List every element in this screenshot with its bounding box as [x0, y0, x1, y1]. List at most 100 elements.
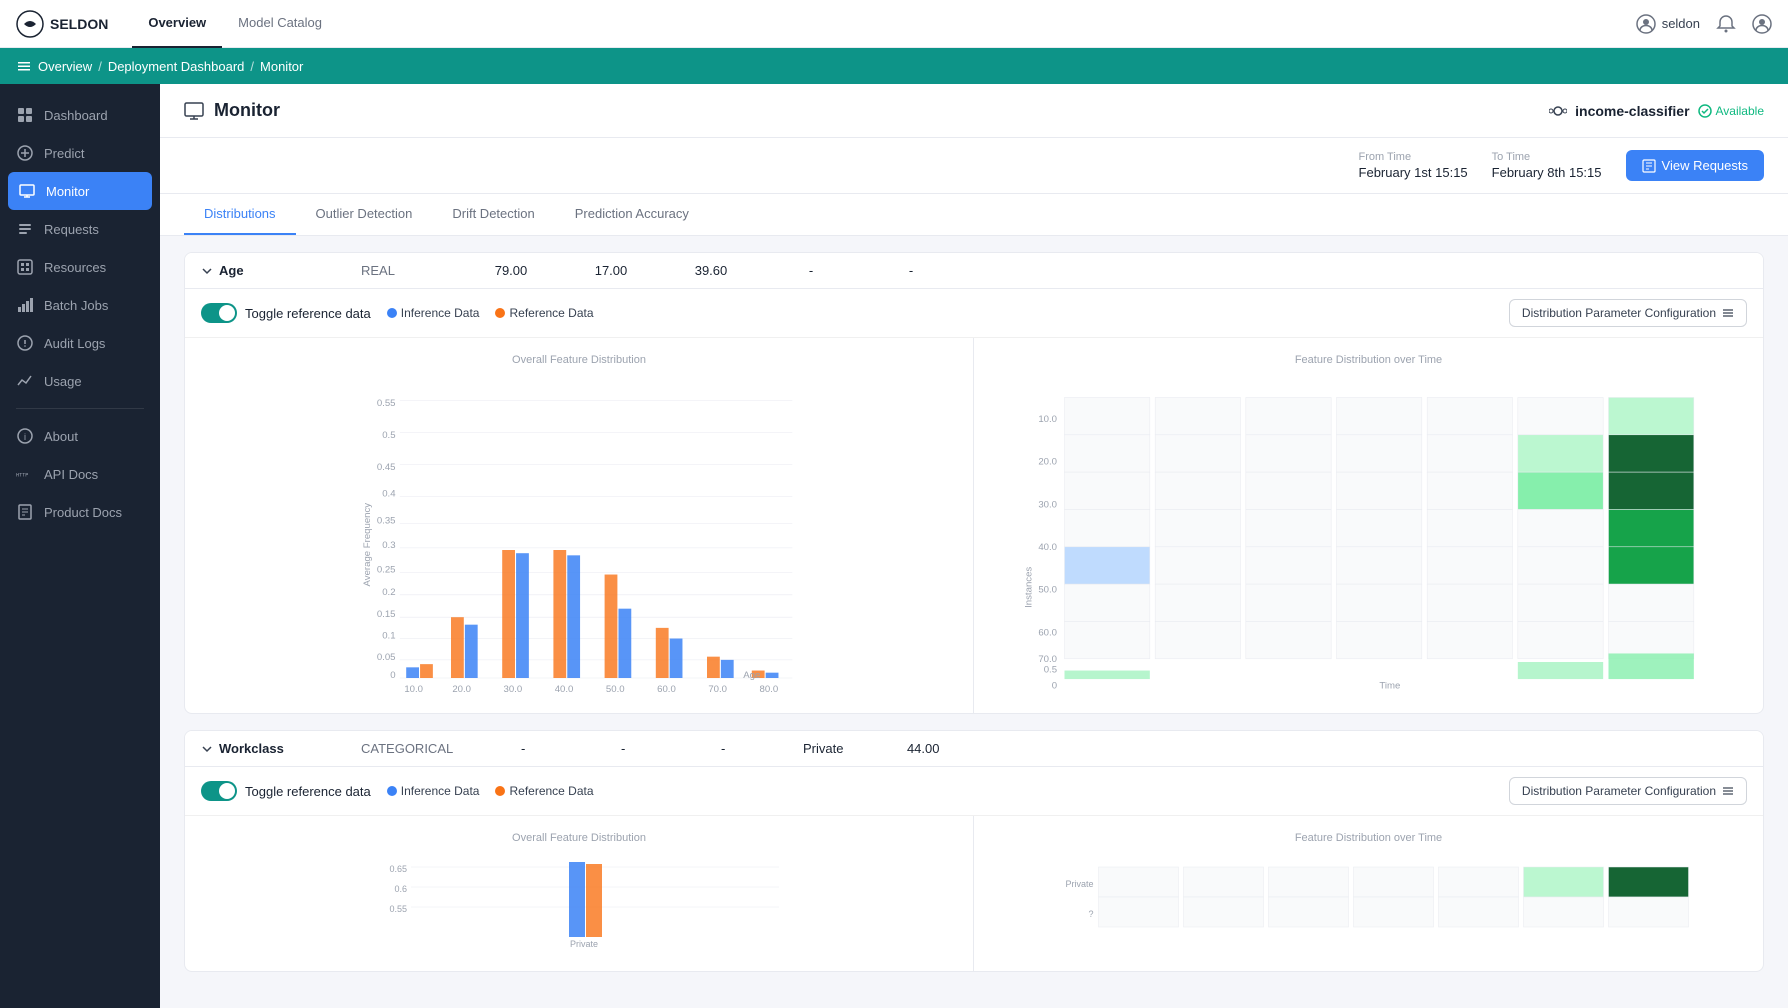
view-icon [1642, 159, 1656, 173]
product-docs-label: Product Docs [44, 505, 122, 520]
checkmark-icon [1698, 104, 1712, 118]
reference-dot [495, 308, 505, 318]
svg-text:20.0: 20.0 [452, 684, 471, 694]
age-toggle-group: Toggle reference data [201, 303, 371, 323]
view-requests-button[interactable]: View Requests [1626, 150, 1764, 181]
chevron-down-icon-2[interactable] [201, 743, 213, 755]
sidebar-item-audit-logs[interactable]: Audit Logs [0, 324, 160, 362]
age-val1: 79.00 [481, 263, 541, 278]
view-requests-label: View Requests [1662, 158, 1748, 173]
svg-text:0.1: 0.1 [382, 631, 395, 642]
chevron-down-icon[interactable] [201, 265, 213, 277]
workclass-val2: - [593, 741, 653, 756]
age-type: REAL [361, 263, 441, 278]
bell-icon[interactable] [1716, 14, 1736, 34]
svg-text:Average Frequency: Average Frequency [362, 503, 373, 587]
logo: SELDON [16, 10, 108, 38]
tab-distributions[interactable]: Distributions [184, 194, 296, 235]
workclass-distribution-chart: Overall Feature Distribution 0.65 0.6 0.… [185, 816, 974, 971]
sidebar-item-predict[interactable]: Predict [0, 134, 160, 172]
feature-row-workclass: Workclass CATEGORICAL - - - Private 44.0… [184, 730, 1764, 972]
age-toggle[interactable] [201, 303, 237, 323]
sidebar-item-batch-jobs[interactable]: Batch Jobs [0, 286, 160, 324]
about-icon: i [16, 427, 34, 445]
about-label: About [44, 429, 78, 444]
svg-text:70.0: 70.0 [708, 684, 727, 694]
inference-dot [387, 308, 397, 318]
svg-text:Age: Age [743, 670, 760, 681]
sidebar-item-usage[interactable]: Usage [0, 362, 160, 400]
breadcrumb-item-overview[interactable]: Overview [38, 59, 92, 74]
workclass-toggle-group: Toggle reference data [201, 781, 371, 801]
workclass-val3: - [693, 741, 753, 756]
dashboard-label: Dashboard [44, 108, 108, 123]
sidebar-item-requests[interactable]: Requests [0, 210, 160, 248]
to-time-label: To Time [1492, 151, 1602, 163]
main-layout: Dashboard Predict Monitor [0, 84, 1788, 1008]
workclass-feature-name: Workclass [201, 741, 321, 756]
age-bar-chart-svg: 0.55 0.5 0.45 0.4 0.35 0.3 0.25 0.2 0.15… [201, 374, 957, 694]
age-feature-header: Age REAL 79.00 17.00 39.60 - - [185, 253, 1763, 289]
api-docs-label: API Docs [44, 467, 98, 482]
svg-text:10.0: 10.0 [404, 684, 423, 694]
svg-text:Private: Private [570, 939, 598, 949]
breadcrumb-item-dashboard[interactable]: Deployment Dashboard [108, 59, 245, 74]
workclass-reference-dot [495, 786, 505, 796]
age-val5: - [881, 263, 941, 278]
batch-jobs-icon [16, 296, 34, 314]
svg-text:80.0: 80.0 [760, 684, 779, 694]
available-text: Available [1716, 104, 1764, 118]
nav-tab-overview[interactable]: Overview [132, 0, 222, 48]
age-reference-label: Reference Data [509, 306, 593, 320]
age-config-label: Distribution Parameter Configuration [1522, 306, 1716, 320]
workclass-chart-controls: Toggle reference data Inference Data Ref… [185, 767, 1763, 816]
age-charts-grid: Overall Feature Distribution 0.55 0.5 0.… [185, 338, 1763, 713]
age-reference-legend: Reference Data [495, 306, 593, 320]
svg-text:60.0: 60.0 [657, 684, 676, 694]
svg-text:0: 0 [1052, 681, 1057, 692]
monitor-icon [18, 182, 36, 200]
age-config-button[interactable]: Distribution Parameter Configuration [1509, 299, 1747, 327]
content-area: Age REAL 79.00 17.00 39.60 - - Toggle re… [160, 236, 1788, 1004]
age-feature-name: Age [201, 263, 321, 278]
tab-prediction-accuracy[interactable]: Prediction Accuracy [555, 194, 709, 235]
sidebar-item-about[interactable]: i About [0, 417, 160, 455]
svg-text:HTTP: HTTP [16, 473, 28, 479]
svg-text:70.0: 70.0 [1038, 654, 1057, 665]
age-val2: 17.00 [581, 263, 641, 278]
model-name: income-classifier [1575, 103, 1689, 119]
sidebar-item-product-docs[interactable]: Product Docs [0, 493, 160, 531]
sidebar: Dashboard Predict Monitor [0, 84, 160, 1008]
model-info: income-classifier Available [1549, 102, 1764, 120]
svg-text:0.55: 0.55 [389, 904, 407, 914]
user-icon [1636, 14, 1656, 34]
account-icon[interactable] [1752, 14, 1772, 34]
workclass-toggle[interactable] [201, 781, 237, 801]
workclass-val1: - [493, 741, 553, 756]
svg-text:30.0: 30.0 [1038, 499, 1057, 510]
workclass-config-button[interactable]: Distribution Parameter Configuration [1509, 777, 1747, 805]
menu-lines-icon [1722, 307, 1734, 319]
svg-text:0.2: 0.2 [382, 587, 395, 598]
tab-outlier-detection[interactable]: Outlier Detection [296, 194, 433, 235]
svg-text:Instances: Instances [1023, 567, 1034, 608]
tab-drift-detection[interactable]: Drift Detection [432, 194, 554, 235]
sidebar-item-resources[interactable]: Resources [0, 248, 160, 286]
age-inference-legend: Inference Data [387, 306, 480, 320]
svg-text:30.0: 30.0 [504, 684, 523, 694]
monitor-page-icon [184, 101, 204, 121]
nav-tab-model-catalog[interactable]: Model Catalog [222, 0, 338, 48]
workclass-inference-legend: Inference Data [387, 784, 480, 798]
workclass-chart1-title: Overall Feature Distribution [201, 832, 957, 844]
svg-text:40.0: 40.0 [555, 684, 574, 694]
svg-text:0.6: 0.6 [394, 884, 407, 894]
svg-text:60.0: 60.0 [1038, 627, 1057, 638]
seldon-logo-icon [16, 10, 44, 38]
sidebar-item-api-docs[interactable]: HTTP API Docs [0, 455, 160, 493]
from-time-group: From Time February 1st 15:15 [1359, 151, 1468, 180]
requests-label: Requests [44, 222, 99, 237]
sidebar-item-dashboard[interactable]: Dashboard [0, 96, 160, 134]
age-distribution-chart: Overall Feature Distribution 0.55 0.5 0.… [185, 338, 974, 713]
breadcrumb-item-monitor[interactable]: Monitor [260, 59, 303, 74]
sidebar-item-monitor[interactable]: Monitor [8, 172, 152, 210]
